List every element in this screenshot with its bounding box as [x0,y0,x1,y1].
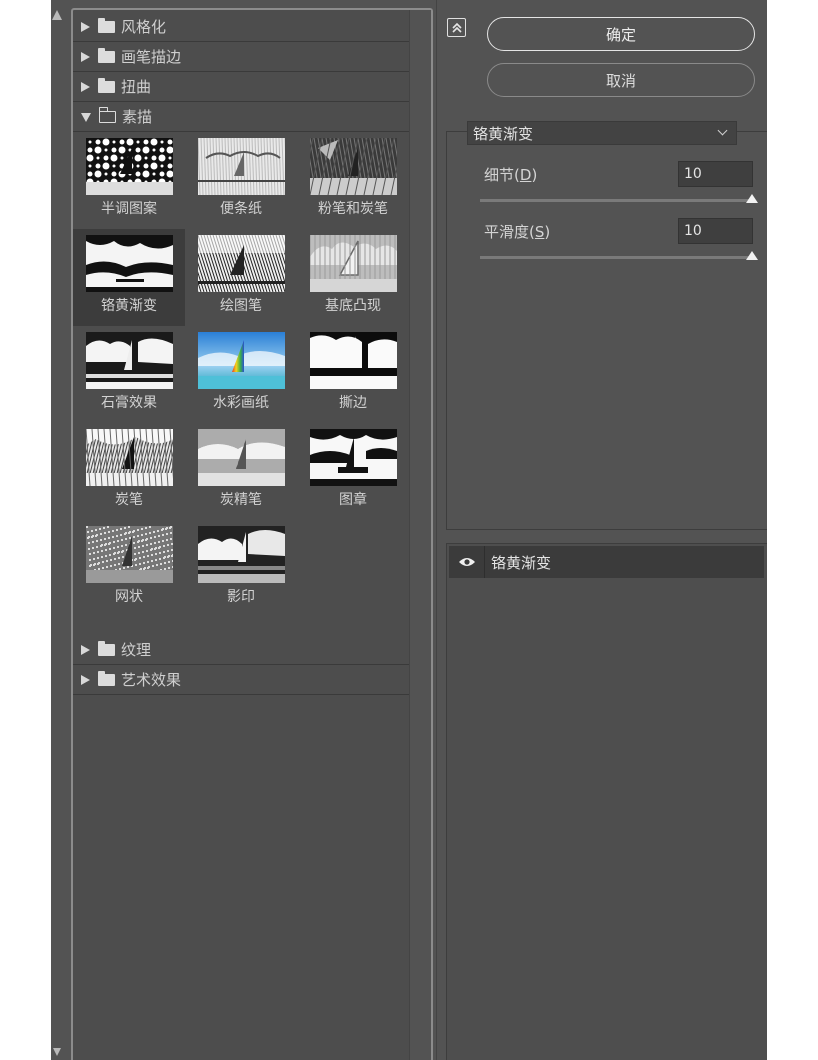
double-chevron-up-icon [451,22,462,33]
filter-label: 图章 [339,492,367,508]
detail-input[interactable]: 10 [678,161,753,187]
filter-preview-image [310,138,397,195]
filter-preview-image [310,332,397,389]
filter-preview-image [86,138,173,195]
filter-label: 便条纸 [220,201,262,217]
category-label: 艺术效果 [121,671,182,689]
detail-label: 细节(D) [484,166,538,184]
category-row[interactable]: 风格化 [73,12,409,42]
smoothness-slider-track[interactable] [480,256,752,259]
filter-preview-image [310,429,397,486]
folder-icon [98,47,115,63]
category-label: 素描 [122,108,153,126]
filter-label: 石膏效果 [101,395,157,411]
scroll-up-arrow-icon[interactable] [52,10,62,20]
triangle-right-icon[interactable] [81,644,90,655]
collapse-gallery-button[interactable] [447,18,466,37]
filter-thumbnail-basrelief[interactable]: 基底凸现 [297,229,409,326]
triangle-down-icon[interactable] [81,113,91,122]
category-label: 风格化 [121,18,167,36]
smoothness-label: 平滑度(S) [484,223,551,241]
category-label: 画笔描边 [121,48,182,66]
filter-gallery-dialog: 风格化 画笔描边 扭曲 素描 半调图案 便条纸 粉笔和炭笔 铬黄渐变 绘图笔 基底凸现 石膏效果 水彩… [63,0,767,1060]
category-label: 纹理 [121,641,152,659]
filter-preview-image [198,332,285,389]
eye-visibility-icon[interactable] [449,546,485,578]
filter-label: 铬黄渐变 [101,298,157,314]
filter-thumbnail-chalk[interactable]: 粉笔和炭笔 [297,132,409,229]
filter-thumbnail-graphicpen[interactable]: 绘图笔 [185,229,297,326]
filter-preview-image [198,429,285,486]
folder-icon [98,670,115,686]
filter-thumbnail-halftone[interactable]: 半调图案 [73,132,185,229]
cancel-button[interactable]: 取消 [487,63,755,97]
filter-gallery-panel: 风格化画笔描边扭曲素描半调图案 便条纸 粉笔和炭笔铬黄渐变 绘图笔 基底凸现石膏效果 水彩… [71,8,433,1060]
folder-icon [98,640,115,656]
effect-layer-row[interactable]: 铬黄渐变 [449,546,764,578]
triangle-right-icon[interactable] [81,674,90,685]
filter-label: 基底凸现 [325,298,381,314]
filter-thumbnail-waterpaper[interactable]: 水彩画纸 [185,326,297,423]
filter-thumbnail-plaster[interactable]: 石膏效果 [73,326,185,423]
filter-label: 网状 [115,589,143,605]
filter-preview-image [198,138,285,195]
gallery-scrollbar[interactable] [409,10,431,1060]
category-label: 扭曲 [121,78,152,96]
filter-preview-image [86,526,173,583]
filter-thumbnail-charcoal[interactable]: 炭笔 [73,423,185,520]
filter-preview-image [86,235,173,292]
ok-button[interactable]: 确定 [487,17,755,51]
filter-preview-image [310,235,397,292]
detail-slider-thumb[interactable] [746,194,758,203]
category-row[interactable]: 素描 [73,102,409,132]
panel-divider [436,0,437,1060]
filter-thumbnail-conte[interactable]: 炭精笔 [185,423,297,520]
detail-slider-track[interactable] [480,199,752,202]
chevron-down-icon [717,125,728,136]
left-scrollbar[interactable] [51,0,63,1060]
triangle-right-icon[interactable] [81,51,90,62]
triangle-right-icon[interactable] [81,21,90,32]
folder-icon [98,77,115,93]
effect-layers-panel [446,543,767,1060]
filter-thumbnail-tornedges[interactable]: 撕边 [297,326,409,423]
category-row[interactable]: 扭曲 [73,72,409,102]
folder-icon [98,17,115,33]
filter-thumbnail-photocopy[interactable]: 影印 [185,520,297,617]
filter-label: 绘图笔 [220,298,262,314]
scroll-down-arrow-icon[interactable] [53,1048,61,1056]
filter-preview-image [86,332,173,389]
filter-label: 炭笔 [115,492,143,508]
effect-layer-name: 铬黄渐变 [491,553,552,572]
filter-preview-image [198,526,285,583]
filter-list: 风格化画笔描边扭曲素描半调图案 便条纸 粉笔和炭笔铬黄渐变 绘图笔 基底凸现石膏效果 水彩… [73,10,409,1060]
category-row[interactable]: 艺术效果 [73,665,409,695]
filter-select-dropdown[interactable]: 铬黄渐变 [467,121,737,145]
filter-label: 粉笔和炭笔 [318,201,388,217]
filter-label: 炭精笔 [220,492,262,508]
filter-settings-box [446,131,767,530]
filter-thumbnail-chrome[interactable]: 铬黄渐变 [73,229,185,326]
filter-label: 半调图案 [101,201,157,217]
category-row[interactable]: 纹理 [73,635,409,665]
filter-label: 撕边 [339,395,367,411]
filter-thumbnail-reticulation[interactable]: 网状 [73,520,185,617]
category-row[interactable]: 画笔描边 [73,42,409,72]
folder-open-icon [98,107,116,123]
smoothness-slider-thumb[interactable] [746,251,758,260]
filter-label: 水彩画纸 [213,395,269,411]
filter-label: 影印 [227,589,255,605]
triangle-right-icon[interactable] [81,81,90,92]
filter-select-value: 铬黄渐变 [473,124,534,143]
filter-preview-image [86,429,173,486]
filter-thumbnail-notepaper[interactable]: 便条纸 [185,132,297,229]
filter-preview-image [198,235,285,292]
smoothness-input[interactable]: 10 [678,218,753,244]
filter-thumbnail-stamp[interactable]: 图章 [297,423,409,520]
